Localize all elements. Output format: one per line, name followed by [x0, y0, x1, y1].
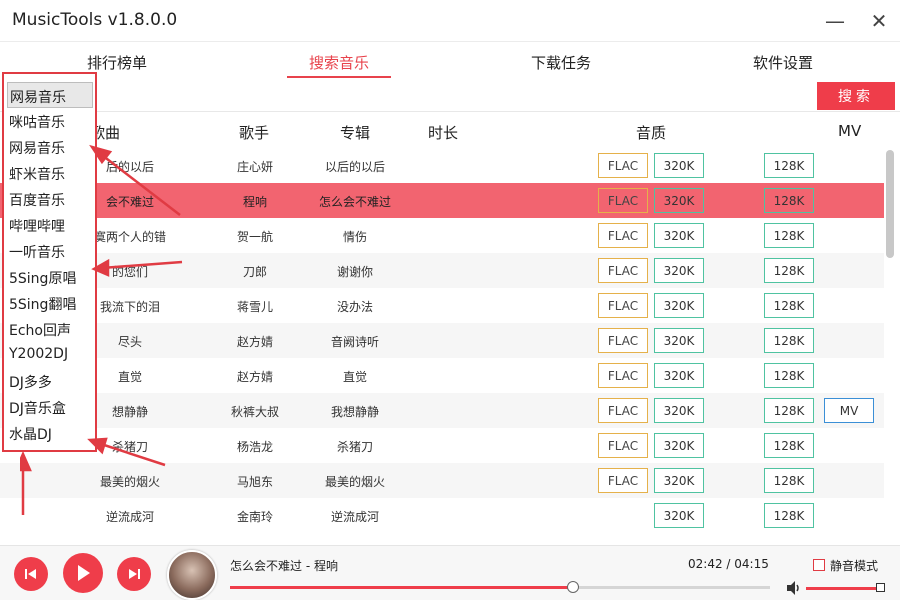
download-flac-button[interactable]: FLAC [598, 363, 648, 388]
download-flac-button[interactable]: FLAC [598, 433, 648, 458]
mute-label: 静音模式 [830, 559, 879, 573]
download-128k-button[interactable]: 128K [764, 223, 814, 248]
album-cover [167, 550, 217, 600]
download-128k-button[interactable]: 128K [764, 328, 814, 353]
artist-name: 程响 [242, 195, 267, 209]
download-flac-button[interactable]: FLAC [598, 188, 648, 213]
download-flac-button[interactable]: FLAC [598, 328, 648, 353]
artist-name: 杨浩龙 [236, 440, 273, 454]
artist-name: 金南玲 [236, 510, 273, 524]
play-icon [78, 565, 90, 581]
download-320k-button[interactable]: 320K [654, 258, 704, 283]
play-button[interactable] [63, 553, 103, 593]
col-mv: MV [838, 122, 862, 140]
volume-slider[interactable] [806, 587, 880, 590]
download-320k-button[interactable]: 320K [654, 293, 704, 318]
volume-icon[interactable] [786, 580, 802, 596]
previous-button[interactable] [14, 557, 48, 591]
album-name: 怎么会不难过 [318, 195, 391, 209]
album-name: 最美的烟火 [324, 475, 385, 489]
main-tabs: 排行榜单 搜索音乐 下载任务 软件设置 [0, 42, 900, 82]
skip-next-icon [129, 569, 140, 579]
col-artist: 歌手 [239, 124, 270, 142]
player-bar: 怎么会不难过 - 程响 02:42 / 04:15 静音模式 [0, 545, 900, 600]
download-flac-button[interactable]: FLAC [598, 258, 648, 283]
download-128k-button[interactable]: 128K [764, 293, 814, 318]
col-album: 专辑 [340, 124, 371, 142]
close-button[interactable]: ✕ [866, 8, 892, 34]
artist-name: 马旭东 [236, 475, 273, 489]
col-duration: 时长 [428, 124, 459, 142]
download-320k-button[interactable]: 320K [654, 503, 704, 528]
progress-handle[interactable] [566, 581, 579, 593]
list-scrollbar[interactable] [886, 150, 894, 258]
download-128k-button[interactable]: 128K [764, 468, 814, 493]
tab-charts[interactable]: 排行榜单 [57, 52, 177, 73]
download-128k-button[interactable]: 128K [764, 153, 814, 178]
album-name: 情伤 [342, 230, 367, 244]
artist-name: 赵方婧 [236, 335, 273, 349]
search-input[interactable] [96, 83, 812, 111]
tab-settings[interactable]: 软件设置 [723, 52, 843, 73]
tab-downloads[interactable]: 下载任务 [501, 52, 621, 73]
dropdown-selected-source[interactable]: 网易音乐 [7, 82, 93, 108]
artist-name: 赵方婧 [236, 370, 273, 384]
now-playing-title: 怎么会不难过 - 程响 [230, 559, 338, 573]
download-320k-button[interactable]: 320K [654, 398, 704, 423]
download-128k-button[interactable]: 128K [764, 258, 814, 283]
album-name: 逆流成河 [330, 510, 379, 524]
volume-handle[interactable] [876, 583, 885, 592]
album-name: 谢谢你 [336, 265, 373, 279]
download-320k-button[interactable]: 320K [654, 433, 704, 458]
download-320k-button[interactable]: 320K [654, 363, 704, 388]
download-320k-button[interactable]: 320K [654, 188, 704, 213]
download-flac-button[interactable]: FLAC [598, 293, 648, 318]
search-bar: 搜索 [0, 82, 900, 112]
playback-time: 02:42 / 04:15 [688, 557, 769, 571]
active-tab-indicator [287, 76, 391, 78]
download-320k-button[interactable]: 320K [654, 223, 704, 248]
download-128k-button[interactable]: 128K [764, 433, 814, 458]
col-quality: 音质 [636, 124, 667, 142]
skip-previous-icon [25, 569, 36, 579]
progress-fill [230, 586, 573, 589]
download-320k-button[interactable]: 320K [654, 468, 704, 493]
artist-name: 贺一航 [236, 230, 273, 244]
album-name: 我想静静 [330, 405, 379, 419]
download-128k-button[interactable]: 128K [764, 398, 814, 423]
dropdown-option[interactable]: 咪咕音乐 [7, 108, 93, 134]
search-button[interactable]: 搜索 [817, 82, 895, 110]
artist-name: 秋裤大叔 [230, 405, 279, 419]
title-bar: MusicTools v1.8.0.0 — ✕ [0, 0, 900, 42]
mute-checkbox[interactable] [813, 559, 825, 571]
progress-bar[interactable] [230, 581, 770, 593]
download-128k-button[interactable]: 128K [764, 188, 814, 213]
download-flac-button[interactable]: FLAC [598, 398, 648, 423]
album-name: 音阙诗听 [330, 335, 379, 349]
app-title: MusicTools v1.8.0.0 [12, 10, 178, 30]
download-mv-button[interactable]: MV [824, 398, 874, 423]
album-name: 直觉 [342, 370, 367, 384]
download-128k-button[interactable]: 128K [764, 503, 814, 528]
artist-name: 庄心妍 [236, 160, 273, 174]
album-name: 以后的以后 [324, 160, 385, 174]
download-flac-button[interactable]: FLAC [598, 468, 648, 493]
next-button[interactable] [117, 557, 151, 591]
minimize-button[interactable]: — [822, 8, 848, 34]
download-128k-button[interactable]: 128K [764, 363, 814, 388]
annotation-arrows [20, 144, 183, 515]
download-320k-button[interactable]: 320K [654, 328, 704, 353]
download-flac-button[interactable]: FLAC [598, 223, 648, 248]
tab-search-music[interactable]: 搜索音乐 [279, 52, 399, 73]
artist-name: 蒋雪儿 [236, 300, 273, 314]
album-name: 杀猪刀 [336, 440, 373, 454]
album-name: 没办法 [336, 300, 373, 314]
download-flac-button[interactable]: FLAC [598, 153, 648, 178]
artist-name: 刀郎 [242, 265, 267, 279]
download-320k-button[interactable]: 320K [654, 153, 704, 178]
